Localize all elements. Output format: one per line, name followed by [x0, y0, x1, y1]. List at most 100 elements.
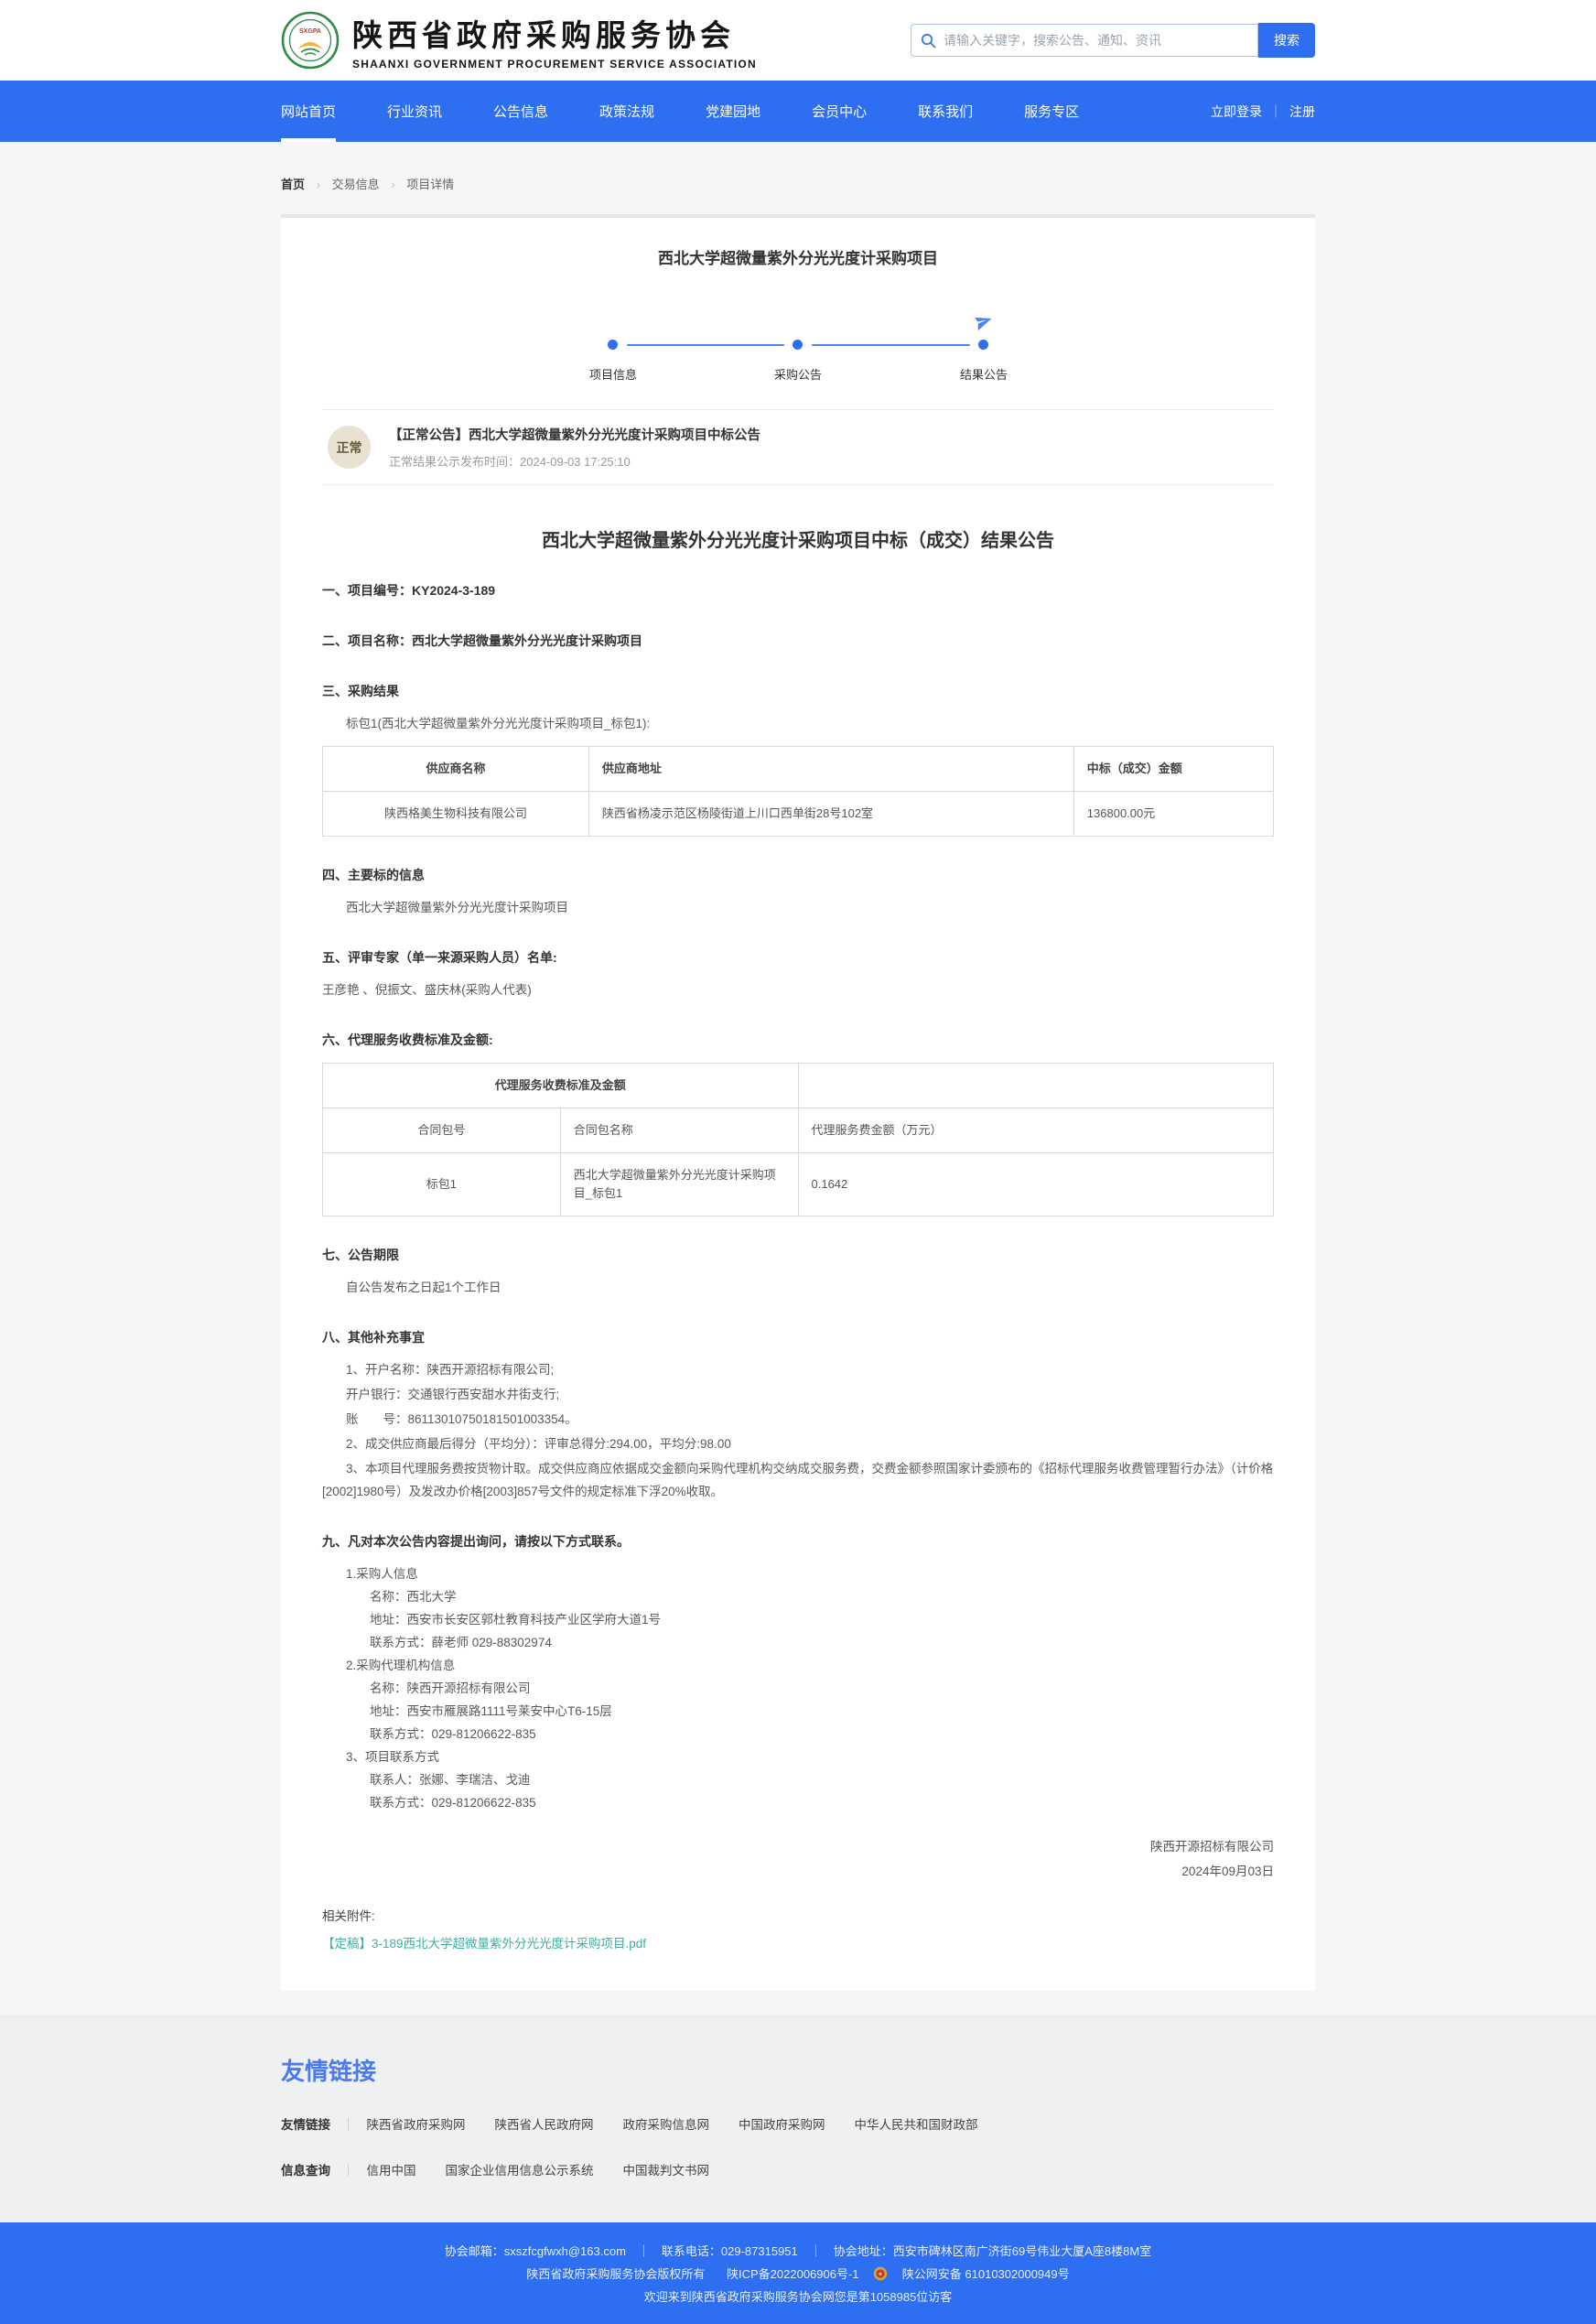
site-title-cn: 陕西省政府采购服务协会 — [352, 11, 757, 55]
link-china-judgements[interactable]: 中国裁判文书网 — [623, 2160, 710, 2178]
section-8-line: 开户银行：交通银行西安甜水井街支行; — [322, 1383, 1274, 1406]
section-4-value: 西北大学超微量紫外分光光度计采购项目 — [322, 896, 1274, 919]
fee-table-empty-header — [798, 1064, 1274, 1108]
search-button[interactable]: 搜索 — [1258, 23, 1315, 58]
col-contract-package-no: 合同包号 — [323, 1108, 561, 1153]
status-badge: 正常 — [328, 426, 371, 469]
col-supplier-address: 供应商地址 — [588, 747, 1073, 792]
section-1-project-number: 一、项目编号：KY2024-3-189 — [322, 579, 1274, 602]
col-agency-fee: 代理服务费金额（万元） — [798, 1108, 1274, 1153]
breadcrumb-trade-info[interactable]: 交易信息 — [332, 178, 380, 191]
section-5-value: 王彦艳 、倪振文、盛庆林(采购人代表) — [322, 978, 1274, 1001]
section-7-heading: 七、公告期限 — [322, 1244, 1274, 1267]
footer-visitor-counter: 欢迎来到陕西省政府采购服务协会网您是第1058985位访客 — [0, 2286, 1596, 2308]
step-label-project-info[interactable]: 项目信息 — [558, 365, 668, 383]
nav-item-contact-us[interactable]: 联系我们 — [918, 81, 973, 142]
contact-line: 名称：西北大学 — [322, 1585, 1274, 1608]
section-8-line: 账 号：86113010750181501003354。 — [322, 1408, 1274, 1431]
step-dot-procurement-notice — [793, 340, 803, 350]
search-input[interactable] — [944, 33, 1248, 48]
contact-group-title: 2.采购代理机构信息 — [322, 1654, 1274, 1677]
footer-icp-number[interactable]: 陕ICP备2022006906号-1 — [727, 2267, 859, 2281]
project-title: 西北大学超微量紫外分光光度计采购项目 — [322, 245, 1274, 268]
table-subheader-row: 合同包号 合同包名称 代理服务费金额（万元） — [323, 1108, 1274, 1153]
login-link[interactable]: 立即登录 — [1211, 103, 1262, 121]
step-label-result-notice[interactable]: 结果公告 — [929, 365, 1039, 383]
nav-item-home[interactable]: 网站首页 — [281, 81, 336, 142]
section-8-line: 3、本项目代理服务费按货物计取。成交供应商应依据成交金额向采购代理机构交纳成交服… — [322, 1457, 1274, 1503]
contract-package-name: 西北大学超微量紫外分光光度计采购项目_标包1 — [560, 1153, 798, 1216]
signature-date: 2024年09月03日 — [322, 1859, 1274, 1884]
breadcrumb-home[interactable]: 首页 — [281, 178, 305, 191]
friend-links-section: 友情链接 友情链接 ｜ 陕西省政府采购网 陕西省人民政府网 政府采购信息网 中国… — [0, 2015, 1596, 2222]
links-divider: ｜ — [342, 2114, 355, 2133]
info-query-row: 信息查询 ｜ 信用中国 国家企业信用信息公示系统 中国裁判文书网 — [281, 2160, 1315, 2178]
signature-company: 陕西开源招标有限公司 — [322, 1834, 1274, 1859]
contact-line: 地址：西安市雁展路1111号莱安中心T6-15层 — [322, 1700, 1274, 1723]
project-detail-card: 西北大学超微量紫外分光光度计采购项目 项目信息 采购公告 结果公告 正常 【 — [281, 214, 1315, 1991]
breadcrumb: 首页 › 交易信息 › 项目详情 — [281, 142, 1315, 192]
footer-police-number[interactable]: 陕公网安备 61010302000949号 — [902, 2267, 1070, 2281]
table-row: 陕西格美生物科技有限公司 陕西省杨凌示范区杨陵街道上川口西单街28号102室 1… — [323, 792, 1274, 837]
supplier-name: 陕西格美生物科技有限公司 — [323, 792, 589, 837]
link-enterprise-credit-system[interactable]: 国家企业信用信息公示系统 — [446, 2160, 594, 2178]
agency-fee-amount: 0.1642 — [798, 1153, 1274, 1216]
info-query-row-label: 信息查询 — [281, 2160, 330, 2178]
signature-block: 陕西开源招标有限公司 2024年09月03日 — [322, 1834, 1274, 1884]
col-supplier-name: 供应商名称 — [323, 747, 589, 792]
contact-group-title: 3、项目联系方式 — [322, 1746, 1274, 1768]
section-2-project-name: 二、项目名称：西北大学超微量紫外分光光度计采购项目 — [322, 630, 1274, 653]
nav-item-announcements[interactable]: 公告信息 — [493, 81, 548, 142]
contract-package-no: 标包1 — [323, 1153, 561, 1216]
link-credit-china[interactable]: 信用中国 — [367, 2160, 416, 2178]
link-shaanxi-people-gov[interactable]: 陕西省人民政府网 — [495, 2114, 594, 2133]
breadcrumb-separator: › — [391, 178, 394, 191]
paper-plane-icon — [974, 312, 994, 332]
link-china-gov-procurement[interactable]: 中国政府采购网 — [739, 2114, 825, 2133]
contact-line: 联系方式：薛老师 029-88302974 — [322, 1631, 1274, 1654]
step-connector — [627, 344, 784, 346]
step-label-procurement-notice[interactable]: 采购公告 — [743, 365, 853, 383]
site-footer: 协会邮箱：sxszfcgfwxh@163.com ｜ 联系电话：029-8731… — [0, 2222, 1596, 2324]
col-contract-package-name: 合同包名称 — [560, 1108, 798, 1153]
link-ministry-of-finance[interactable]: 中华人民共和国财政部 — [855, 2114, 978, 2133]
nav-item-party-building[interactable]: 党建园地 — [706, 81, 760, 142]
section-9-heading: 九、凡对本次公告内容提出询问，请按以下方式联系。 — [322, 1530, 1274, 1553]
register-link[interactable]: 注册 — [1289, 103, 1315, 121]
nav-item-industry-news[interactable]: 行业资讯 — [387, 81, 442, 142]
section-5-heading: 五、评审专家（单一来源采购人员）名单: — [322, 946, 1274, 969]
link-gov-procurement-info[interactable]: 政府采购信息网 — [623, 2114, 710, 2133]
breadcrumb-separator: › — [317, 178, 320, 191]
attachment-pdf-link[interactable]: 【定稿】3-189西北大学超微量紫外分光光度计采购项目.pdf — [322, 1933, 646, 1951]
link-shaanxi-gov-procurement[interactable]: 陕西省政府采购网 — [367, 2114, 466, 2133]
attachments-label: 相关附件: — [322, 1906, 1274, 1924]
search-bar: 搜索 — [911, 23, 1315, 58]
section-7-value: 自公告发布之日起1个工作日 — [322, 1276, 1274, 1299]
nav-item-service-zone[interactable]: 服务专区 — [1024, 81, 1079, 142]
site-header: SXGPA 陕西省政府采购服务协会 SHAANXI GOVERNMENT PRO… — [0, 0, 1596, 81]
section-8-line: 1、开户名称：陕西开源招标有限公司; — [322, 1358, 1274, 1381]
emblem-seal-text: SXGPA — [299, 28, 321, 35]
table-header-row: 供应商名称 供应商地址 中标（成交）金额 — [323, 747, 1274, 792]
main-nav: 网站首页 行业资讯 公告信息 政策法规 党建园地 会员中心 联系我们 服务专区 … — [0, 81, 1596, 142]
section-8-heading: 八、其他补充事宜 — [322, 1326, 1274, 1349]
notice-title: 【正常公告】西北大学超微量紫外分光光度计采购项目中标公告 — [389, 425, 760, 444]
police-badge-icon — [873, 2266, 888, 2281]
nav-item-member-center[interactable]: 会员中心 — [812, 81, 867, 142]
contact-group-title: 1.采购人信息 — [322, 1562, 1274, 1585]
section-4-heading: 四、主要标的信息 — [322, 864, 1274, 887]
association-emblem-icon: SXGPA — [281, 11, 340, 70]
col-award-amount: 中标（成交）金额 — [1073, 747, 1273, 792]
footer-contact-line: 协会邮箱：sxszfcgfwxh@163.com ｜ 联系电话：029-8731… — [0, 2240, 1596, 2263]
site-title-en: SHAANXI GOVERNMENT PROCUREMENT SERVICE A… — [352, 58, 757, 70]
nav-item-policy[interactable]: 政策法规 — [599, 81, 654, 142]
friend-links-row-label: 友情链接 — [281, 2114, 330, 2133]
progress-stepper: 项目信息 采购公告 结果公告 — [597, 314, 999, 373]
notice-list-item[interactable]: 正常 【正常公告】西北大学超微量紫外分光光度计采购项目中标公告 正常结果公示发布… — [322, 409, 1274, 485]
site-logo[interactable]: SXGPA 陕西省政府采购服务协会 SHAANXI GOVERNMENT PRO… — [281, 11, 757, 70]
contact-line: 联系方式：029-81206622-835 — [322, 1723, 1274, 1746]
footer-copyright: 陕西省政府采购服务协会版权所有 — [526, 2267, 705, 2281]
search-icon — [921, 33, 936, 49]
step-connector — [812, 344, 970, 346]
links-divider: ｜ — [342, 2160, 355, 2178]
